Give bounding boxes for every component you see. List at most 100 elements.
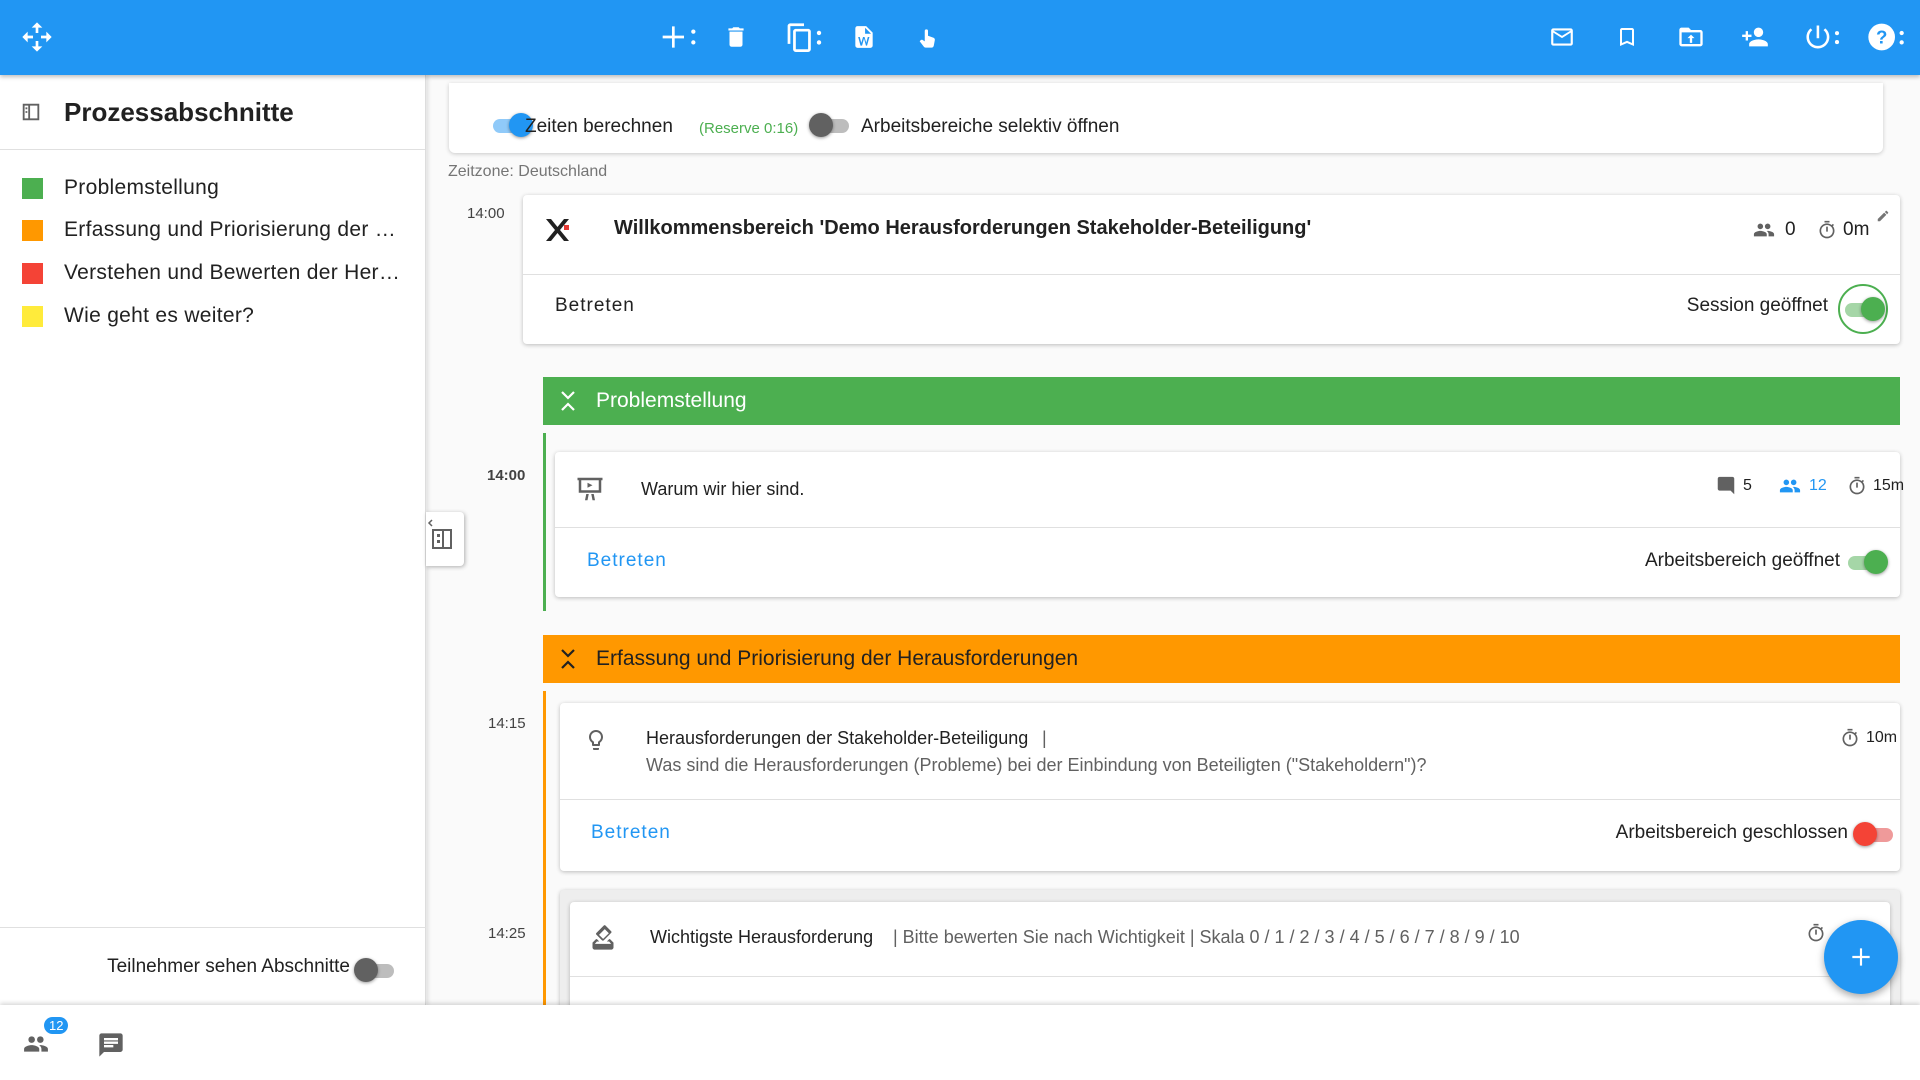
workspace-participants: 12 <box>1777 475 1827 497</box>
move-icon[interactable] <box>20 20 54 54</box>
sidebar-footer: Teilnehmer sehen Abschnitte <box>0 927 426 1005</box>
section-title: Erfassung und Priorisierung der Herausfo… <box>596 647 1079 670</box>
workspace-subtitle: Was sind die Herausforderungen (Probleme… <box>646 755 1427 775</box>
app-logo-icon <box>543 215 573 250</box>
section-title: Problemstellung <box>596 389 747 412</box>
word-export-icon[interactable] <box>847 20 881 54</box>
workspace-enter-button[interactable]: Betreten <box>587 550 667 572</box>
comment-icon <box>1717 476 1735 495</box>
participants-icon <box>1753 223 1775 237</box>
section-header-erfassung[interactable]: Erfassung und Priorisierung der Herausfo… <box>543 635 1900 683</box>
workspace-closed-toggle[interactable] <box>1853 822 1897 846</box>
workspace-enter-button[interactable]: Betreten <box>591 822 671 844</box>
workspace-comments: 5 <box>1715 475 1752 497</box>
sidebar-header: Prozessabschnitte <box>0 75 425 150</box>
power-menu-icon[interactable] <box>1803 20 1843 54</box>
ballot-icon <box>588 924 618 957</box>
workspace-title: Herausforderungen der Stakeholder-Beteil… <box>646 728 1029 748</box>
presentation-icon <box>575 474 605 509</box>
workspace-card: Herausforderungen der Stakeholder-Beteil… <box>560 703 1900 871</box>
workspace-duration: 10m <box>1840 727 1897 749</box>
sidebar-collapse-tab[interactable] <box>426 512 464 566</box>
item-time: 14:00 <box>487 467 526 484</box>
sidebar-item-problemstellung[interactable]: Problemstellung <box>0 168 426 208</box>
sidebar-item-verstehen[interactable]: Verstehen und Bewerten der Her… <box>0 253 426 293</box>
item-time: 14:15 <box>488 715 526 732</box>
participants-icon[interactable] <box>20 1031 52 1062</box>
session-open-toggle[interactable] <box>1841 297 1885 321</box>
welcome-enter-button[interactable]: Betreten <box>555 295 635 317</box>
workspace-duration: 15m <box>1847 475 1904 497</box>
selective-open-toggle[interactable] <box>809 113 853 137</box>
timer-icon <box>1842 728 1858 747</box>
section-color-swatch <box>22 306 43 327</box>
timer-icon <box>1819 220 1835 239</box>
calc-times-label: Zeiten berechnen <box>525 116 673 137</box>
participants-see-sections-label: Teilnehmer sehen Abschnitte <box>107 956 350 977</box>
touch-icon[interactable] <box>911 20 945 54</box>
sidebar-item-label: Problemstellung <box>64 176 220 199</box>
sidebar-item-label: Wie geht es weiter? <box>64 304 255 327</box>
sidebar-item-label: Verstehen und Bewerten der Her… <box>64 261 401 284</box>
export-icon[interactable] <box>1674 20 1708 54</box>
participants-count-badge: 12 <box>44 1017 69 1034</box>
svg-text:?: ? <box>1876 27 1887 48</box>
section-color-swatch <box>22 263 43 284</box>
welcome-participants: 0 <box>1749 219 1796 241</box>
bookmark-icon[interactable] <box>1610 20 1644 54</box>
options-bar: Zeiten berechnen (Reserve 0:16) Arbeitsb… <box>449 83 1883 153</box>
timezone-label: Zeitzone: Deutschland <box>448 163 608 180</box>
timer-icon <box>1849 476 1865 495</box>
welcome-duration: 0m <box>1817 219 1869 241</box>
sidebar-title: Prozessabschnitte <box>64 97 294 127</box>
section-color-swatch <box>22 220 43 241</box>
timer-icon <box>1806 922 1826 949</box>
card-divider <box>560 799 1900 800</box>
title-separator: | <box>1042 728 1047 748</box>
card-divider <box>523 274 1900 275</box>
sections-sidebar: Prozessabschnitte Problemstellung Erfass… <box>0 75 426 1005</box>
sidebar-toggle-icon[interactable] <box>20 101 42 128</box>
collapse-icon[interactable] <box>560 648 576 676</box>
chat-icon[interactable] <box>96 1031 126 1064</box>
session-status-label: Session geöffnet <box>1686 295 1828 316</box>
sidebar-item-erfassung[interactable]: Erfassung und Priorisierung der … <box>0 210 426 250</box>
participants-icon <box>1779 479 1801 493</box>
sidebar-item-label: Erfassung und Priorisierung der … <box>64 218 397 241</box>
participants-see-sections-toggle[interactable] <box>354 958 398 982</box>
mail-icon[interactable] <box>1545 20 1579 54</box>
help-menu-icon[interactable]: ? <box>1867 20 1907 54</box>
section-rail <box>543 691 546 1005</box>
workspace-open-toggle[interactable] <box>1844 550 1888 574</box>
main-content: Zeiten berechnen (Reserve 0:16) Arbeitsb… <box>427 75 1920 1005</box>
workspace-card: Wichtigste Herausforderung | Bitte bewer… <box>570 902 1890 1005</box>
workspace-subtitle: | Bitte bewerten Sie nach Wichtigkeit | … <box>893 927 1520 947</box>
section-header-problemstellung[interactable]: Problemstellung <box>543 377 1900 425</box>
workspace-status-label: Arbeitsbereich geöffnet <box>1644 550 1840 571</box>
sidebar-item-wie-geht-es-weiter[interactable]: Wie geht es weiter? <box>0 296 426 336</box>
welcome-title: Willkommensbereich 'Demo Herausforderung… <box>614 217 1312 239</box>
add-menu-icon[interactable] <box>660 20 700 54</box>
welcome-card: Willkommensbereich 'Demo Herausforderung… <box>523 195 1900 344</box>
copy-menu-icon[interactable] <box>783 20 825 54</box>
welcome-time: 14:00 <box>467 205 505 222</box>
workspace-card: Warum wir hier sind. 5 12 15m Betreten A… <box>555 452 1904 597</box>
lightbulb-icon <box>584 725 608 760</box>
item-time: 14:25 <box>488 925 526 942</box>
delete-icon[interactable] <box>719 20 753 54</box>
section-rail <box>543 433 546 611</box>
collapse-icon[interactable] <box>560 390 576 418</box>
card-divider <box>555 527 1900 528</box>
selective-open-label: Arbeitsbereiche selektiv öffnen <box>861 116 1120 137</box>
add-fab-button[interactable] <box>1824 920 1898 994</box>
edit-icon[interactable] <box>1876 209 1890 228</box>
grouped-workspace-container: Wichtigste Herausforderung | Bitte bewer… <box>560 890 1900 1005</box>
section-color-swatch <box>22 178 43 199</box>
bottom-bar: 12 <box>0 1005 1920 1080</box>
workspace-title: Warum wir hier sind. <box>641 479 805 499</box>
workspace-title: Wichtigste Herausforderung <box>650 927 874 947</box>
card-divider <box>570 976 1890 977</box>
add-user-icon[interactable] <box>1738 20 1772 54</box>
top-app-bar: ? <box>0 0 1920 75</box>
workspace-status-label: Arbeitsbereich geschlossen <box>1615 822 1848 843</box>
